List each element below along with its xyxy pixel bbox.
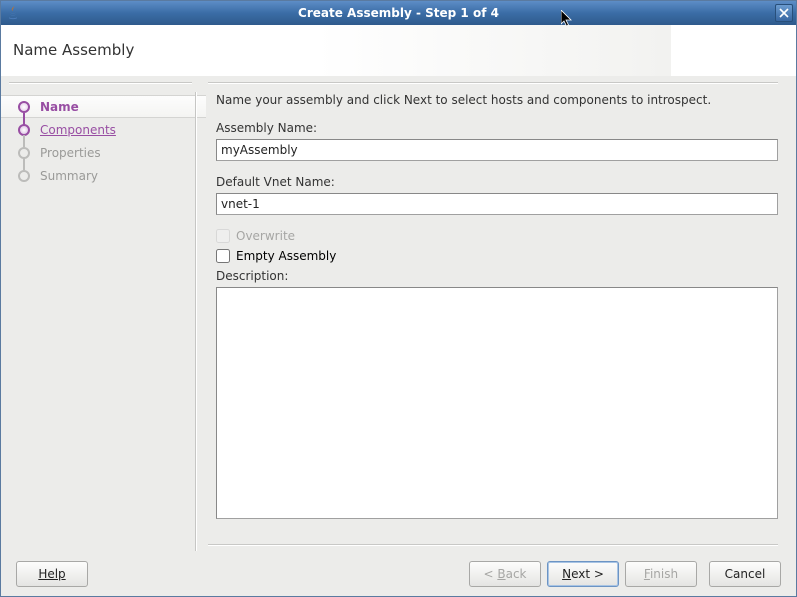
vnet-name-label: Default Vnet Name:: [216, 175, 778, 189]
close-icon: [779, 8, 789, 18]
instruction-text: Name your assembly and click Next to sel…: [216, 93, 778, 107]
step-label: Summary: [40, 169, 98, 183]
step-node-icon: [18, 147, 30, 159]
titlebar[interactable]: Create Assembly - Step 1 of 4: [1, 1, 796, 25]
step-label: Properties: [40, 146, 101, 160]
step-name[interactable]: Name: [1, 95, 206, 118]
step-node-icon: [18, 124, 30, 136]
wizard-footer: Help < Back Next > Finish Cancel: [1, 551, 796, 596]
assembly-name-input[interactable]: [216, 139, 778, 161]
description-textarea[interactable]: [216, 287, 778, 519]
sidebar: Name Components Properties Summary: [1, 76, 206, 551]
overwrite-checkbox: [216, 229, 230, 243]
description-label: Description:: [216, 269, 778, 283]
wizard-content: Name Components Properties Summary: [1, 76, 796, 551]
wizard-window: Create Assembly - Step 1 of 4 Name Assem…: [0, 0, 797, 597]
step-summary: Summary: [1, 164, 206, 187]
cancel-button[interactable]: Cancel: [709, 561, 781, 587]
overwrite-row: Overwrite: [216, 229, 778, 243]
empty-assembly-label: Empty Assembly: [236, 249, 336, 263]
page-title: Name Assembly: [13, 41, 134, 59]
vnet-name-input[interactable]: [216, 193, 778, 215]
finish-button: Finish: [625, 561, 697, 587]
help-button[interactable]: Help: [16, 561, 88, 587]
main-panel: Name your assembly and click Next to sel…: [206, 76, 796, 551]
step-node-icon: [18, 170, 30, 182]
step-components[interactable]: Components: [1, 118, 206, 141]
next-button[interactable]: Next >: [547, 561, 619, 587]
window-close-button[interactable]: [775, 4, 793, 22]
assembly-name-label: Assembly Name:: [216, 121, 778, 135]
step-properties: Properties: [1, 141, 206, 164]
empty-assembly-row[interactable]: Empty Assembly: [216, 249, 778, 263]
step-label: Name: [40, 100, 79, 114]
window-title: Create Assembly - Step 1 of 4: [298, 6, 499, 20]
overwrite-label: Overwrite: [236, 229, 295, 243]
java-icon: [5, 5, 21, 21]
back-button: < Back: [469, 561, 541, 587]
wizard-header: Name Assembly: [1, 25, 796, 76]
step-label: Components: [40, 123, 116, 137]
step-node-icon: [18, 101, 30, 113]
empty-assembly-checkbox[interactable]: [216, 249, 230, 263]
